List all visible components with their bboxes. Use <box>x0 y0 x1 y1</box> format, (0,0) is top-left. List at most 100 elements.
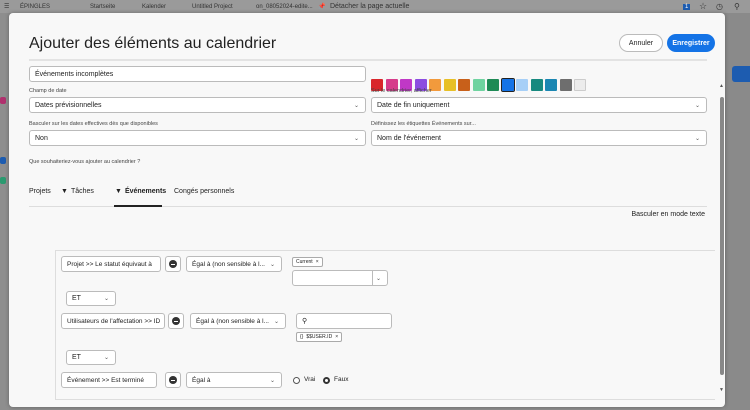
minus-circle-icon <box>169 376 177 384</box>
filter-operator-select[interactable]: Égal à (non sensible à l... ⌄ <box>190 313 286 329</box>
color-swatch[interactable] <box>530 79 543 91</box>
calendar-name-input[interactable]: Événements incomplètes <box>29 66 366 82</box>
filter-operator-select[interactable]: Égal à ⌄ <box>186 372 282 388</box>
history-icon[interactable]: ◷ <box>716 2 723 11</box>
switch-dates-label: Basculer sur les dates effectives dès qu… <box>29 121 158 127</box>
background-page <box>0 13 9 410</box>
value-select[interactable]: ⌄ <box>292 270 388 286</box>
conjunction-select[interactable]: ET ⌄ <box>66 350 116 365</box>
chevron-down-icon: ⌄ <box>694 102 700 109</box>
date-field-label: Champ de date <box>29 88 67 94</box>
color-dot <box>0 177 6 184</box>
date-field-select[interactable]: Dates prévisionnelles ⌄ <box>29 97 366 113</box>
remove-filter-button[interactable] <box>165 372 181 388</box>
remove-filter-button[interactable] <box>165 256 181 272</box>
show-value: Date de fin uniquement <box>377 101 450 109</box>
filter-field[interactable]: Utilisateurs de l'affectation >> ID <box>61 313 165 329</box>
pin-untitled-project[interactable]: Untitled Project <box>192 4 233 10</box>
conjunction-value: ET <box>72 354 81 361</box>
minus-circle-icon <box>169 260 177 268</box>
background-button <box>732 66 750 82</box>
detach-page-link[interactable]: Détacher la page actuelle <box>330 3 409 10</box>
scroll-up-icon[interactable]: ▲ <box>719 83 724 89</box>
tab-projets[interactable]: Projets <box>29 188 51 195</box>
pins-label: ÉPINGLES <box>20 3 51 10</box>
pin-document[interactable]: on_08052024-edite... <box>256 4 313 10</box>
tab-label: Événements <box>124 188 167 195</box>
filter-operator-select[interactable]: Égal à (non sensible à l... ⌄ <box>186 256 282 272</box>
tag-label: Current <box>296 259 313 265</box>
color-swatch[interactable] <box>559 79 572 91</box>
color-dot <box>0 157 6 164</box>
filter-icon: ▼ <box>61 188 68 195</box>
toggle-text-mode-link[interactable]: Basculer en mode texte <box>631 211 705 218</box>
color-swatch[interactable] <box>487 79 499 91</box>
color-swatch[interactable] <box>574 79 586 91</box>
switch-dates-select[interactable]: Non ⌄ <box>29 130 366 146</box>
color-swatch[interactable] <box>472 79 485 91</box>
add-calendar-items-dialog: Ajouter des éléments au calendrier Annul… <box>9 13 725 407</box>
color-swatch[interactable] <box>500 78 515 92</box>
star-icon[interactable]: ☆ <box>699 1 707 12</box>
user-search-input[interactable]: ⚲ <box>296 313 392 329</box>
color-swatch[interactable] <box>458 79 470 91</box>
chevron-down-icon: ⌄ <box>694 135 700 142</box>
operator-value: Égal à (non sensible à l... <box>196 317 269 325</box>
color-swatch[interactable] <box>516 79 528 91</box>
switch-dates-value: Non <box>35 134 48 142</box>
filter-field[interactable]: Projet >> Le statut équivaut à <box>61 256 161 272</box>
pin-icon: 📌 <box>318 4 326 10</box>
date-field-value: Dates prévisionnelles <box>35 101 102 109</box>
event-labels-value: Nom de l'événement <box>377 134 441 142</box>
remove-tag-icon[interactable]: × <box>335 334 338 340</box>
divider <box>29 59 707 61</box>
filter-field[interactable]: Événement >> Est terminé <box>61 372 157 388</box>
chevron-down-icon: ⌄ <box>273 318 279 325</box>
tab-evenements[interactable]: ▼ Événements <box>115 188 166 195</box>
chevron-down-icon: ⌄ <box>269 261 275 268</box>
tab-taches[interactable]: ▼ Tâches <box>61 188 94 195</box>
chevron-down-icon: ⌄ <box>103 296 109 302</box>
conjunction-select[interactable]: ET ⌄ <box>66 291 116 306</box>
chevron-down-icon: ⌄ <box>353 135 359 142</box>
chevron-down-icon: ⌄ <box>375 275 381 282</box>
search-icon[interactable]: ⚲ <box>734 2 740 11</box>
radio-true-label: Vrai <box>304 376 316 383</box>
save-button[interactable]: Enregistrer <box>667 34 715 52</box>
radio-true[interactable] <box>293 377 300 384</box>
tab-label: Congés personnels <box>174 188 235 195</box>
scroll-down-icon[interactable]: ▼ <box>719 387 724 393</box>
tab-label: Projets <box>29 188 51 195</box>
background-page <box>725 13 750 410</box>
scrollbar-thumb[interactable] <box>720 97 724 375</box>
show-select[interactable]: Date de fin uniquement ⌄ <box>371 97 707 113</box>
value-tag: {} $$USER.ID × <box>296 332 343 342</box>
variable-icon: {} <box>300 334 304 340</box>
operator-value: Égal à (non sensible à l... <box>192 260 265 268</box>
minus-circle-icon <box>172 317 180 325</box>
pin-kalender[interactable]: Kalender <box>142 4 166 10</box>
color-dot <box>0 97 6 104</box>
remove-tag-icon[interactable]: × <box>316 259 319 265</box>
radio-false[interactable] <box>323 377 330 384</box>
notification-badge[interactable]: 1 <box>683 3 691 10</box>
event-labels-label: Définissez les étiquettes Événements sur… <box>371 121 476 127</box>
show-label: Sur le calendrier, afficher <box>371 88 432 94</box>
chevron-down-icon: ⌄ <box>353 102 359 109</box>
value-tag: Current × <box>292 257 323 267</box>
tab-conges-personnels[interactable]: Congés personnels <box>174 188 234 195</box>
scrollbar[interactable]: ▲ ▼ <box>719 83 725 393</box>
dialog-title: Ajouter des éléments au calendrier <box>29 35 277 52</box>
operator-value: Égal à <box>192 376 211 384</box>
remove-filter-button[interactable] <box>168 313 184 329</box>
tab-selected-indicator <box>114 205 162 207</box>
color-swatch[interactable] <box>443 79 456 91</box>
event-labels-select[interactable]: Nom de l'événement ⌄ <box>371 130 707 146</box>
pin-startseite[interactable]: Startseite <box>90 4 115 10</box>
tab-label: Tâches <box>70 188 94 195</box>
cancel-button[interactable]: Annuler <box>619 34 663 52</box>
menu-icon[interactable]: ☰ <box>4 3 9 10</box>
filter-icon: ▼ <box>115 188 122 195</box>
separator <box>372 271 373 285</box>
color-swatch[interactable] <box>545 79 557 91</box>
